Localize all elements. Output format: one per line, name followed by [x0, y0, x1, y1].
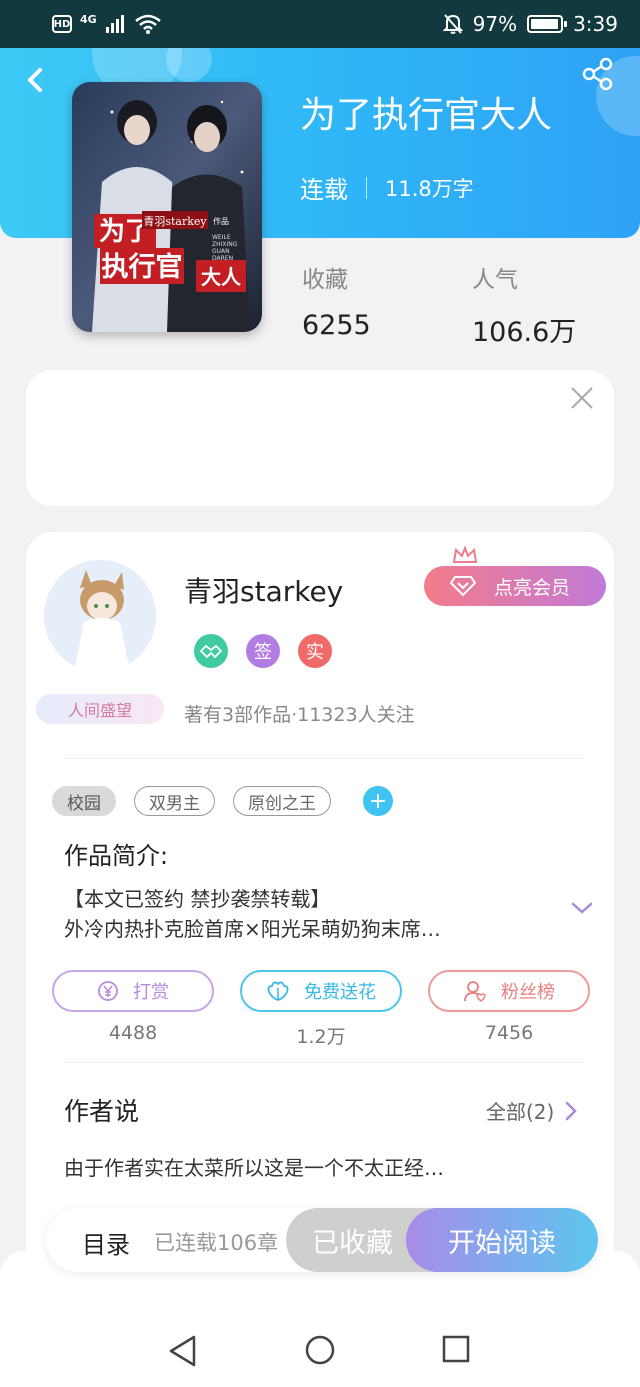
book-meta: 连载 11.8万字 [300, 170, 474, 205]
flower-action: 免费送花 1.2万 [240, 970, 402, 1049]
intro-title: 作品简介: [64, 842, 169, 870]
wifi-icon [134, 14, 161, 34]
divider [64, 1062, 584, 1063]
cover-art: 为了 青羽starkey 作品 执行官 大人 WEILE ZHIXING GUA… [72, 82, 262, 332]
word-count: 11.8万字 [385, 176, 474, 201]
status-bar: HD 4G 97% 3:39 [0, 0, 640, 48]
author-card: 人间盛望 青羽starkey 点亮会员 签 实 著有3部作品·11323人关注 … [26, 532, 614, 1292]
back-button[interactable] [18, 58, 54, 98]
chevron-right-icon [566, 1101, 578, 1120]
intro-text[interactable]: 【本文已签约 禁抄袭禁转载】 外冷内热扑克脸首席×阳光呆萌奶狗末席… [64, 884, 534, 944]
handshake-icon [200, 644, 222, 659]
cover-title-line2: 执行官 [102, 251, 183, 283]
favorites-label: 收藏 [302, 267, 348, 293]
author-name[interactable]: 青羽starkey [184, 570, 343, 610]
author-says-title: 作者说 [64, 1097, 140, 1126]
author-avatar[interactable] [44, 560, 156, 672]
bottom-action-bar: 目录 已连载106章 已收藏 开始阅读 [46, 1208, 598, 1272]
book-cover[interactable]: 为了 青羽starkey 作品 执行官 大人 WEILE ZHIXING GUA… [72, 82, 262, 332]
reward-label: 打赏 [133, 982, 169, 1003]
popularity-label: 人气 [472, 267, 518, 293]
reward-button[interactable]: 打赏 [52, 970, 214, 1012]
popularity-stat: 人气 106.6万 [472, 260, 576, 349]
fan-user-icon [464, 981, 486, 1002]
fans-action: 粉丝榜 7456 [428, 970, 590, 1049]
book-title: 为了执行官大人 [300, 95, 553, 136]
share-icon [582, 57, 613, 91]
nav-back-icon[interactable] [168, 1334, 198, 1368]
author-says-preview[interactable]: 由于作者实在太菜所以这是一个不太正经… [64, 1152, 444, 1181]
verified-badge: 实 [298, 634, 332, 668]
fans-label: 粉丝榜 [501, 982, 555, 1003]
tag-item[interactable]: 校园 [52, 786, 116, 816]
flower-count: 1.2万 [296, 1026, 346, 1048]
signed-badge: 签 [246, 634, 280, 668]
cover-pinyin-line1: WEILE [212, 234, 231, 241]
cover-pinyin-line3: GUAN [212, 248, 230, 255]
tag-item[interactable]: 原创之王 [233, 786, 331, 816]
send-flower-button[interactable]: 免费送花 [240, 970, 402, 1012]
flower-icon [267, 981, 289, 1001]
fan-ranking-button[interactable]: 粉丝榜 [428, 970, 590, 1012]
rank-title: 人间盛望 [67, 701, 132, 720]
cover-author-stamp: 青羽starkey [143, 215, 207, 228]
signal-icon [105, 15, 124, 33]
bell-muted-icon [442, 14, 463, 34]
battery-fill [531, 19, 559, 29]
status-right: 97% 3:39 [442, 12, 618, 36]
reward-action: 打赏 4488 [52, 970, 214, 1049]
toc-button[interactable]: 目录 [82, 1225, 130, 1260]
cover-pinyin-line4: DAREN [212, 255, 233, 262]
chevron-left-icon [28, 68, 42, 92]
crown-icon [452, 546, 478, 563]
tag-item[interactable]: 双男主 [134, 786, 215, 816]
share-button[interactable] [580, 56, 616, 92]
cover-title-line3: 大人 [201, 265, 242, 289]
author-badges: 签 实 [194, 634, 332, 668]
start-reading-label: 开始阅读 [448, 1227, 556, 1259]
intro-line: 【本文已签约 禁抄袭禁转载】 [64, 887, 331, 911]
diamond-icon [450, 576, 476, 597]
tag-list: 校园 双男主 原创之王 + [52, 786, 393, 816]
meta-divider [366, 176, 367, 199]
vip-button[interactable]: 点亮会员 [424, 566, 606, 606]
collected-label: 已收藏 [312, 1227, 393, 1259]
cover-stamp-suffix: 作品 [213, 216, 229, 226]
ad-close-button[interactable] [568, 384, 596, 412]
divider [64, 758, 584, 759]
cover-pinyin-line2: ZHIXING [212, 241, 238, 248]
nav-recents-icon[interactable] [441, 1334, 471, 1364]
toc-chapter-count[interactable]: 已连载106章 [154, 1227, 278, 1257]
clock: 3:39 [573, 12, 618, 36]
close-icon [571, 387, 593, 409]
nav-home-icon[interactable] [304, 1334, 336, 1366]
start-reading-button[interactable]: 开始阅读 [406, 1208, 598, 1272]
status-left: HD 4G [52, 12, 161, 34]
handshake-badge [194, 634, 228, 668]
action-row: 打赏 4488 免费送花 1.2万 粉丝榜 7456 [52, 970, 590, 1049]
view-all-label: 全部(2) [486, 1100, 555, 1124]
yen-coin-icon [98, 981, 118, 1001]
add-tag-button[interactable]: + [363, 786, 393, 816]
ad-card [26, 370, 614, 506]
view-all-link[interactable]: 全部(2) [486, 1096, 578, 1125]
author-rank-badge: 人间盛望 [36, 694, 164, 724]
battery-icon [527, 15, 568, 33]
hd-badge: HD [52, 15, 72, 33]
favorites-value: 6255 [302, 310, 371, 341]
reward-count: 4488 [108, 1022, 158, 1044]
intro-line: 外冷内热扑克脸首席×阳光呆萌奶狗末席… [64, 917, 441, 941]
battery-percent: 97% [472, 12, 518, 36]
popularity-value: 106.6万 [472, 317, 577, 348]
avatar-art [44, 560, 156, 672]
favorites-stat: 收藏 6255 [302, 260, 371, 341]
chevron-down-icon[interactable] [570, 900, 594, 916]
author-summary: 著有3部作品·11323人关注 [184, 704, 415, 726]
network-type: 4G [80, 12, 97, 26]
flower-label: 免费送花 [304, 982, 376, 1003]
serial-status: 连载 [300, 176, 348, 204]
vip-label: 点亮会员 [494, 576, 571, 599]
fans-count: 7456 [484, 1022, 534, 1044]
